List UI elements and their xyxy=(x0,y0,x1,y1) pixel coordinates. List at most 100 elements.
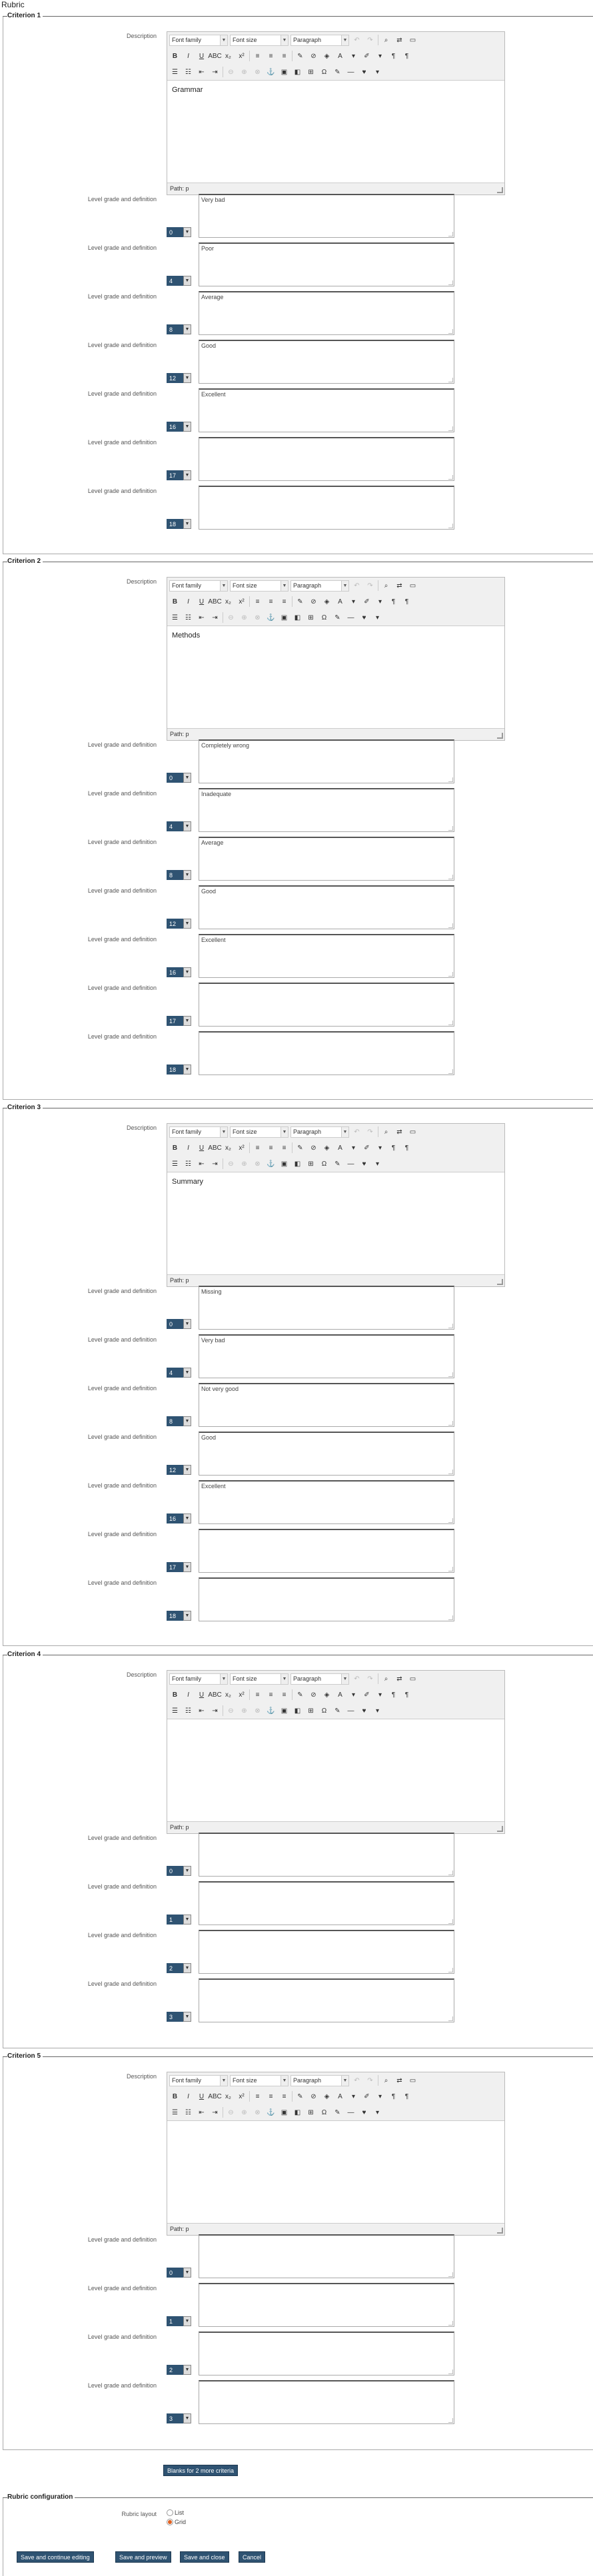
resize-grip-icon[interactable] xyxy=(448,2016,453,2021)
strike-icon[interactable]: ABC xyxy=(208,596,222,608)
level-score-select[interactable]: 0 ▼ xyxy=(167,1866,191,1876)
hr-icon[interactable]: — xyxy=(345,1158,356,1170)
radio-grid-icon[interactable] xyxy=(167,2519,173,2525)
special-char-icon[interactable]: Ω xyxy=(318,1705,330,1717)
paint-icon[interactable]: ✎ xyxy=(295,2091,306,2102)
description-text-area[interactable]: Grammar xyxy=(167,80,504,183)
resize-grip-icon[interactable] xyxy=(448,826,453,831)
find-icon[interactable]: ⌕ xyxy=(380,1126,392,1138)
level-definition-input[interactable]: Completely wrong xyxy=(199,739,454,783)
resize-grip-icon[interactable] xyxy=(448,2369,453,2374)
highlight-icon[interactable]: ✐ xyxy=(361,1689,372,1701)
level-definition-input[interactable]: Very bad xyxy=(199,194,454,238)
ltr-icon[interactable]: ¶ xyxy=(388,51,399,62)
level-definition-input[interactable]: Excellent xyxy=(199,934,454,978)
font-size-select[interactable]: Font size ▼ xyxy=(230,1673,289,1685)
redo-icon[interactable]: ↷ xyxy=(364,580,376,592)
highlight-drop-icon[interactable]: ▾ xyxy=(374,2091,386,2102)
table-icon[interactable]: ◧ xyxy=(292,67,303,78)
underline-icon[interactable]: U xyxy=(196,596,207,608)
numbered-list-icon[interactable]: ☷ xyxy=(183,612,194,624)
align-center-icon[interactable]: ≡ xyxy=(265,1689,277,1701)
ltr-icon[interactable]: ¶ xyxy=(388,1142,399,1154)
description-text-area[interactable]: Methods xyxy=(167,626,504,729)
table-icon[interactable]: ◧ xyxy=(292,2107,303,2118)
rtl-icon[interactable]: ¶ xyxy=(401,1142,412,1154)
emoticon-icon[interactable]: ♥ xyxy=(358,612,370,624)
color-drop-icon[interactable]: ▾ xyxy=(348,596,359,608)
highlight-drop-icon[interactable]: ▾ xyxy=(374,51,386,62)
fullscreen-icon[interactable]: ▭ xyxy=(407,35,418,46)
resize-grip-icon[interactable] xyxy=(497,187,503,193)
align-right-icon[interactable]: ≡ xyxy=(279,2091,290,2102)
level-definition-input[interactable]: Not very good xyxy=(199,1383,454,1427)
spellcheck-icon[interactable]: ✎ xyxy=(332,1158,343,1170)
highlight-icon[interactable]: ✐ xyxy=(361,2091,372,2102)
clear-icon[interactable]: ⊘ xyxy=(308,2091,319,2102)
highlight-icon[interactable]: ✐ xyxy=(361,1142,372,1154)
align-right-icon[interactable]: ≡ xyxy=(279,596,290,608)
redo-icon[interactable]: ↷ xyxy=(364,1673,376,1685)
level-definition-input[interactable]: Poor xyxy=(199,242,454,286)
level-definition-input[interactable] xyxy=(199,1577,454,1621)
resize-grip-icon[interactable] xyxy=(448,524,453,528)
resize-grip-icon[interactable] xyxy=(448,875,453,879)
spellcheck-icon[interactable]: ✎ xyxy=(332,67,343,78)
redo-icon[interactable]: ↷ xyxy=(364,2075,376,2086)
cut-icon[interactable]: ⊗ xyxy=(252,67,263,78)
font-family-select[interactable]: Font family ▼ xyxy=(169,1126,228,1138)
media-icon[interactable]: ▣ xyxy=(279,1158,290,1170)
underline-icon[interactable]: U xyxy=(196,51,207,62)
link-icon[interactable]: ⊕ xyxy=(239,1705,250,1717)
level-definition-input[interactable]: Inadequate xyxy=(199,788,454,832)
clear-icon[interactable]: ⊘ xyxy=(308,1142,319,1154)
level-score-select[interactable]: 12 ▼ xyxy=(167,1465,191,1475)
color-drop-icon[interactable]: ▾ xyxy=(348,1142,359,1154)
level-definition-input[interactable]: Excellent xyxy=(199,1480,454,1524)
paint-icon[interactable]: ✎ xyxy=(295,1142,306,1154)
level-score-select[interactable]: 17 ▼ xyxy=(167,1016,191,1026)
underline-icon[interactable]: U xyxy=(196,1142,207,1154)
replace-icon[interactable]: ⇄ xyxy=(394,2075,405,2086)
find-icon[interactable]: ⌕ xyxy=(380,2075,392,2086)
superscript-icon[interactable]: x² xyxy=(236,2091,247,2102)
font-family-select[interactable]: Font family ▼ xyxy=(169,580,228,592)
spellcheck-icon[interactable]: ✎ xyxy=(332,1705,343,1717)
font-family-select[interactable]: Font family ▼ xyxy=(169,2074,228,2086)
special-char-icon[interactable]: Ω xyxy=(318,67,330,78)
strike-icon[interactable]: ABC xyxy=(208,51,222,62)
align-left-icon[interactable]: ≡ xyxy=(252,596,263,608)
resize-grip-icon[interactable] xyxy=(497,1279,503,1285)
level-definition-input[interactable] xyxy=(199,437,454,481)
level-definition-input[interactable] xyxy=(199,1529,454,1573)
clear-icon[interactable]: ⊘ xyxy=(308,1689,319,1701)
bold-icon[interactable]: B xyxy=(169,1142,181,1154)
bullet-list-icon[interactable]: ☰ xyxy=(169,2107,181,2118)
italic-icon[interactable]: I xyxy=(183,1689,194,1701)
description-text-area[interactable] xyxy=(167,2120,504,2224)
unlink-icon[interactable]: ⊖ xyxy=(225,2107,237,2118)
level-score-select[interactable]: 1 ▼ xyxy=(167,1915,191,1925)
level-score-select[interactable]: 16 ▼ xyxy=(167,967,191,977)
format-select[interactable]: Paragraph ▼ xyxy=(291,34,349,46)
hr-icon[interactable]: — xyxy=(345,612,356,624)
outdent-icon[interactable]: ⇤ xyxy=(196,1705,207,1717)
level-definition-input[interactable] xyxy=(199,2283,454,2327)
level-definition-input[interactable] xyxy=(199,2332,454,2375)
bold-icon[interactable]: B xyxy=(169,2091,181,2102)
undo-icon[interactable]: ↶ xyxy=(351,2075,362,2086)
ltr-icon[interactable]: ¶ xyxy=(388,596,399,608)
indent-icon[interactable]: ⇥ xyxy=(209,1158,221,1170)
resize-grip-icon[interactable] xyxy=(448,2272,453,2277)
level-score-select[interactable]: 3 ▼ xyxy=(167,2413,191,2423)
rtl-icon[interactable]: ¶ xyxy=(401,596,412,608)
superscript-icon[interactable]: x² xyxy=(236,51,247,62)
strike-icon[interactable]: ABC xyxy=(208,2091,222,2102)
level-definition-input[interactable] xyxy=(199,1930,454,1974)
image-icon[interactable]: ◈ xyxy=(321,1689,332,1701)
clear-icon[interactable]: ⊘ xyxy=(308,596,319,608)
font-size-select[interactable]: Font size ▼ xyxy=(230,2074,289,2086)
cut-icon[interactable]: ⊗ xyxy=(252,1705,263,1717)
link-icon[interactable]: ⊕ xyxy=(239,2107,250,2118)
level-definition-input[interactable] xyxy=(199,1881,454,1925)
